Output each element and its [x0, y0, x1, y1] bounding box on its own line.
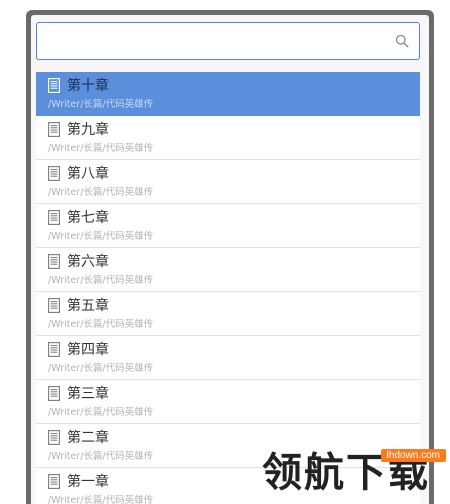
list-item[interactable]: 第四章/Writer/长篇/代码英雄传 [36, 336, 420, 380]
list-item-title: 第九章 [67, 122, 109, 138]
list-item-title: 第二章 [67, 430, 109, 446]
document-icon [48, 342, 60, 357]
list-item[interactable]: 第十章/Writer/长篇/代码英雄传 [36, 72, 420, 116]
list-item-title: 第三章 [67, 386, 109, 402]
list-item-title: 第五章 [67, 298, 109, 314]
list-item-path: /Writer/长篇/代码英雄传 [48, 275, 154, 286]
watermark-url: lhdown.com [380, 449, 446, 462]
list-item-title: 第十章 [67, 78, 109, 94]
document-icon [48, 122, 60, 137]
list-item-path: /Writer/长篇/代码英雄传 [48, 495, 154, 504]
list-item[interactable]: 第七章/Writer/长篇/代码英雄传 [36, 204, 420, 248]
window: 第十章/Writer/长篇/代码英雄传 第九章/Writer/长篇/代码英雄传 第八… [0, 0, 450, 504]
list-item-title: 第四章 [67, 342, 109, 358]
list-item-path: /Writer/长篇/代码英雄传 [48, 407, 154, 418]
list-item-title: 第六章 [67, 254, 109, 270]
document-icon [48, 298, 60, 313]
watermark: 领航下载 lhdown.com [262, 446, 450, 504]
list-item[interactable]: 第三章/Writer/长篇/代码英雄传 [36, 380, 420, 424]
document-icon [48, 386, 60, 401]
document-icon [48, 166, 60, 181]
list-item[interactable]: 第八章/Writer/长篇/代码英雄传 [36, 160, 420, 204]
search-icon[interactable] [395, 34, 409, 48]
search-input[interactable] [45, 29, 389, 55]
list-item[interactable]: 第六章/Writer/长篇/代码英雄传 [36, 248, 420, 292]
list-item-path: /Writer/长篇/代码英雄传 [48, 451, 154, 462]
list-item-path: /Writer/长篇/代码英雄传 [48, 363, 154, 374]
search-panel: 第十章/Writer/长篇/代码英雄传 第九章/Writer/长篇/代码英雄传 第八… [26, 10, 434, 504]
document-icon [48, 254, 60, 269]
search-box[interactable] [36, 22, 420, 60]
document-icon [48, 78, 60, 93]
list-item-path: /Writer/长篇/代码英雄传 [48, 99, 154, 110]
document-icon [48, 474, 60, 489]
list-item-title: 第一章 [67, 474, 109, 490]
list-item[interactable]: 第九章/Writer/长篇/代码英雄传 [36, 116, 420, 160]
list-item-path: /Writer/长篇/代码英雄传 [48, 143, 154, 154]
list-item-path: /Writer/长篇/代码英雄传 [48, 187, 154, 198]
results-list: 第十章/Writer/长篇/代码英雄传 第九章/Writer/长篇/代码英雄传 第八… [36, 72, 420, 504]
list-item-title: 第七章 [67, 210, 109, 226]
list-item-path: /Writer/长篇/代码英雄传 [48, 319, 154, 330]
list-item-path: /Writer/长篇/代码英雄传 [48, 231, 154, 242]
list-item[interactable]: 第五章/Writer/长篇/代码英雄传 [36, 292, 420, 336]
document-icon [48, 430, 60, 445]
search-panel-content: 第十章/Writer/长篇/代码英雄传 第九章/Writer/长篇/代码英雄传 第八… [31, 15, 429, 504]
document-icon [48, 210, 60, 225]
list-item-title: 第八章 [67, 166, 109, 182]
